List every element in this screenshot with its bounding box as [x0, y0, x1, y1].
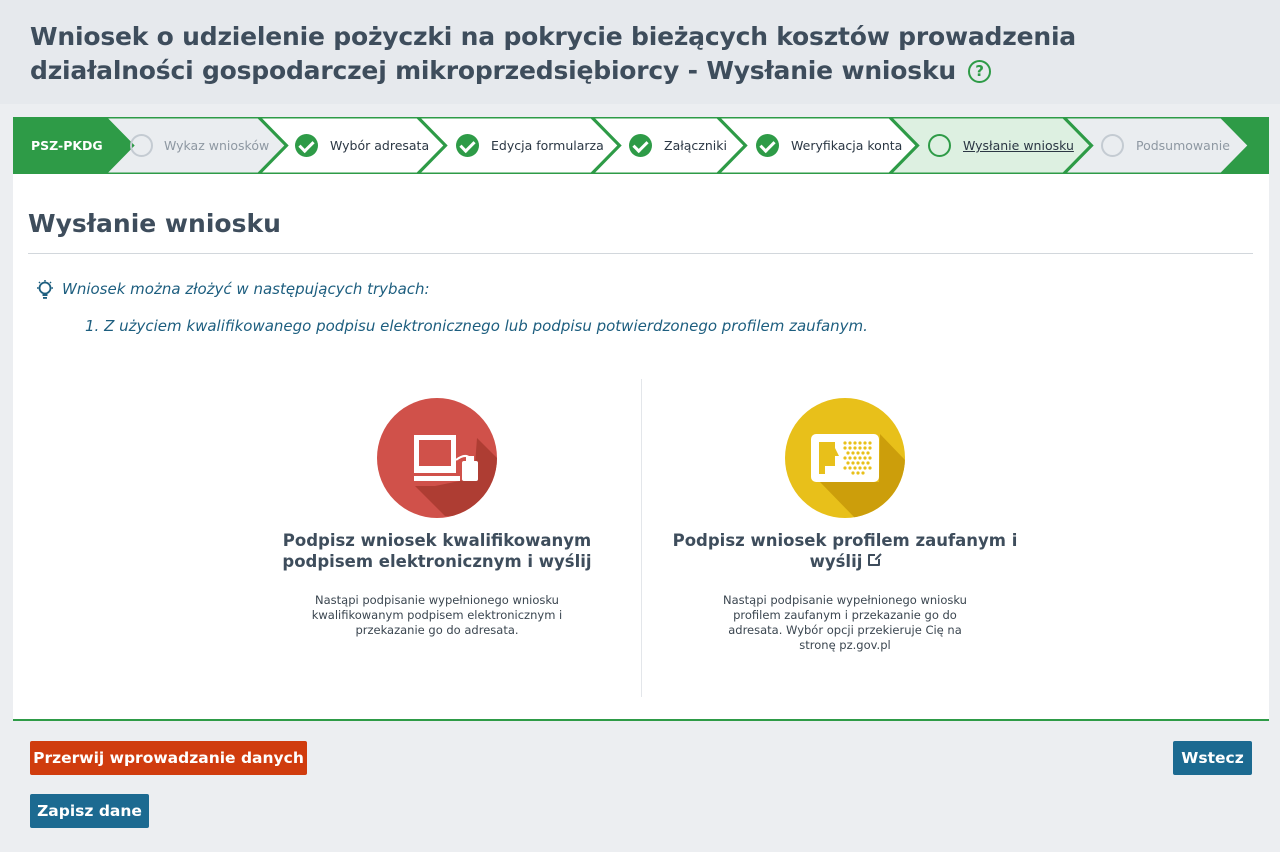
- options-divider: [641, 379, 642, 697]
- step-wybor-adresata[interactable]: Wybór adresata: [330, 117, 429, 174]
- sign-trusted-profile-option[interactable]: Podpisz wniosek profilem zaufanym i wyśl…: [655, 398, 1035, 653]
- wizard-steps: PSZ-PKDG Wykaz wniosków Wybór adresata E…: [13, 117, 1269, 174]
- option-title: Podpisz wniosek profilem zaufanym i wyśl…: [672, 531, 1018, 571]
- step-edycja-formularza[interactable]: Edycja formularza: [491, 117, 604, 174]
- page-title: Wniosek o udzielenie pożyczki na pokryci…: [30, 22, 1076, 85]
- section-title: Wysłanie wniosku: [28, 209, 281, 238]
- step-current-icon: [928, 134, 951, 157]
- step-weryfikacja-konta[interactable]: Weryfikacja konta: [791, 117, 902, 174]
- step-wykaz-wnioskow[interactable]: Wykaz wniosków: [164, 117, 269, 174]
- external-link-icon: [868, 552, 883, 566]
- step-podsumowanie[interactable]: Podsumowanie: [1136, 117, 1230, 174]
- trusted-profile-icon: [785, 398, 905, 518]
- save-data-button[interactable]: Zapisz dane: [30, 794, 149, 828]
- section-divider: [28, 253, 1253, 254]
- main-panel: PSZ-PKDG Wykaz wniosków Wybór adresata E…: [13, 117, 1269, 721]
- page-header: Wniosek o udzielenie pożyczki na pokryci…: [0, 0, 1280, 104]
- sign-qualified-option[interactable]: Podpisz wniosek kwalifikowanym podpisem …: [247, 398, 627, 638]
- step-todo-icon: [130, 134, 153, 157]
- info-intro: Wniosek można złożyć w następujących try…: [62, 280, 430, 298]
- step-done-icon: [295, 134, 318, 157]
- step-todo-icon: [1101, 134, 1124, 157]
- cancel-data-entry-button[interactable]: Przerwij wprowadzanie danych: [30, 741, 307, 775]
- step-done-icon: [756, 134, 779, 157]
- lightbulb-icon: [37, 280, 53, 299]
- step-zalaczniki[interactable]: Załączniki: [664, 117, 727, 174]
- option-description: Nastąpi podpisanie wypełnionego wniosku …: [723, 593, 967, 652]
- option-description: Nastąpi podpisanie wypełnionego wniosku …: [311, 593, 563, 637]
- computer-signature-icon: [377, 398, 497, 518]
- back-button[interactable]: Wstecz: [1173, 741, 1252, 775]
- step-code: PSZ-PKDG: [31, 138, 103, 153]
- step-wyslanie-wniosku[interactable]: Wysłanie wniosku: [963, 117, 1074, 174]
- step-done-icon: [629, 134, 652, 157]
- step-done-icon: [456, 134, 479, 157]
- help-icon[interactable]: ?: [967, 60, 991, 83]
- info-item: 1. Z użyciem kwalifikowanego podpisu ele…: [85, 317, 868, 335]
- option-title: Podpisz wniosek kwalifikowanym podpisem …: [282, 531, 592, 571]
